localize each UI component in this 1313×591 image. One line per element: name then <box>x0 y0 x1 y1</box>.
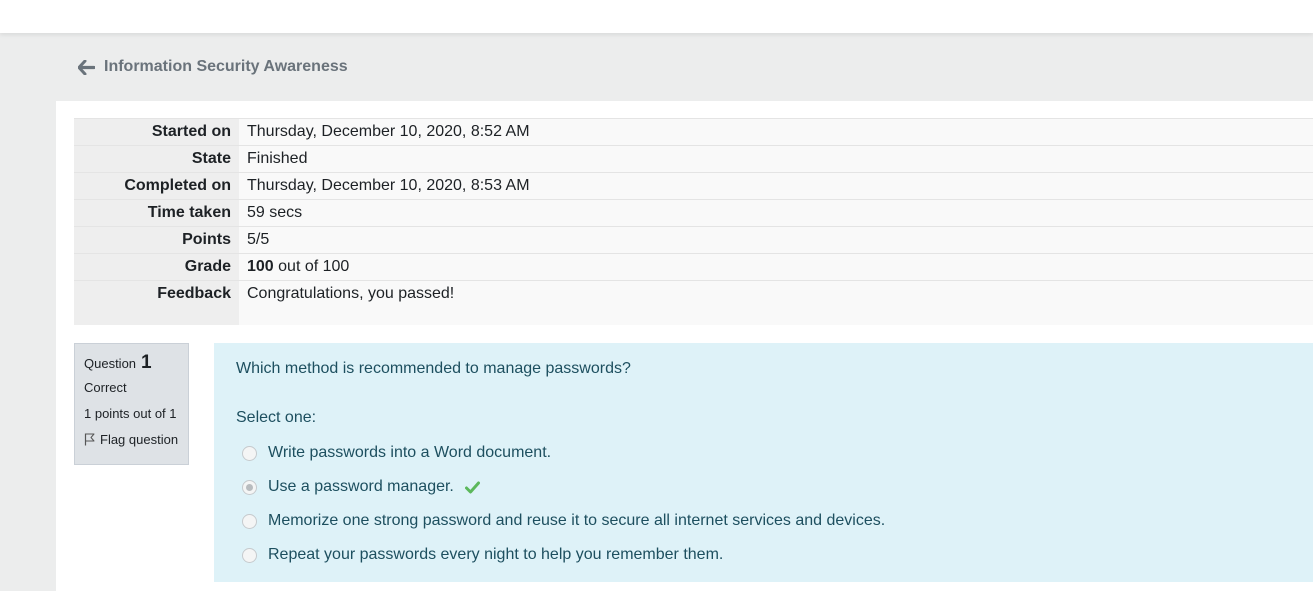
summary-row-feedback: Feedback Congratulations, you passed! <box>74 280 1313 325</box>
answer-option[interactable]: Write passwords into a Word document. <box>242 436 885 470</box>
answer-radio[interactable] <box>242 547 257 563</box>
question-status: Correct <box>84 380 127 395</box>
summary-row-started-on: Started on Thursday, December 10, 2020, … <box>74 118 1313 146</box>
summary-value: 5/5 <box>239 226 1313 254</box>
summary-label: Completed on <box>74 172 239 200</box>
summary-value: Thursday, December 10, 2020, 8:53 AM <box>239 172 1313 200</box>
select-one-prompt: Select one: <box>236 409 317 426</box>
summary-value: Finished <box>239 145 1313 173</box>
back-to-course-link[interactable]: Information Security Awareness <box>78 58 348 76</box>
question-grade: 1 points out of 1 <box>84 406 177 421</box>
summary-label: Started on <box>74 118 239 146</box>
flag-question-label: Flag question <box>100 432 179 447</box>
question-text: Which method is recommended to manage pa… <box>236 360 631 377</box>
question-number: Question 1 <box>84 352 179 374</box>
answer-label: Use a password manager. <box>268 478 454 495</box>
summary-row-points: Points 5/5 <box>74 226 1313 254</box>
summary-row-state: State Finished <box>74 145 1313 173</box>
summary-label: Points <box>74 226 239 254</box>
course-title: Information Security Awareness <box>104 58 348 75</box>
summary-row-grade: Grade 100 out of 100 <box>74 253 1313 281</box>
summary-row-time-taken: Time taken 59 secs <box>74 199 1313 227</box>
answer-label: Write passwords into a Word document. <box>268 444 552 461</box>
flag-question-button[interactable]: Flag question <box>84 432 179 447</box>
flag-icon <box>84 433 95 446</box>
top-navbar <box>0 0 1313 33</box>
answer-radio[interactable] <box>242 513 257 529</box>
summary-value: Congratulations, you passed! <box>239 280 1313 325</box>
answer-label: Repeat your passwords every night to hel… <box>268 546 724 563</box>
question-info-panel: Question 1 Correct 1 points out of 1 Fla… <box>74 343 189 465</box>
grade-out-of: out of 100 <box>273 258 350 275</box>
answer-radio-selected[interactable] <box>242 479 257 495</box>
summary-label: Feedback <box>74 280 239 325</box>
summary-value: 100 out of 100 <box>239 253 1313 281</box>
summary-label: Time taken <box>74 199 239 227</box>
arrow-left-icon <box>78 59 95 75</box>
answer-option[interactable]: Repeat your passwords every night to hel… <box>242 538 885 572</box>
answer-option[interactable]: Use a password manager. <box>242 470 885 504</box>
summary-value: Thursday, December 10, 2020, 8:52 AM <box>239 118 1313 146</box>
question-number-value: 1 <box>141 352 152 373</box>
answer-option[interactable]: Memorize one strong password and reuse i… <box>242 504 885 538</box>
question-formulation: Which method is recommended to manage pa… <box>214 343 1313 582</box>
check-icon <box>464 481 480 493</box>
summary-label: State <box>74 145 239 173</box>
page-header: Information Security Awareness <box>56 33 1313 101</box>
summary-label: Grade <box>74 253 239 281</box>
attempt-summary-table: Started on Thursday, December 10, 2020, … <box>74 118 1313 325</box>
main-content: Started on Thursday, December 10, 2020, … <box>56 101 1313 591</box>
summary-value: 59 secs <box>239 199 1313 227</box>
answer-list: Write passwords into a Word document. Us… <box>242 436 885 572</box>
answer-radio[interactable] <box>242 445 257 461</box>
answer-label: Memorize one strong password and reuse i… <box>268 512 886 529</box>
question-label: Question <box>84 356 137 371</box>
grade-value: 100 <box>247 258 274 275</box>
summary-row-completed-on: Completed on Thursday, December 10, 2020… <box>74 172 1313 200</box>
